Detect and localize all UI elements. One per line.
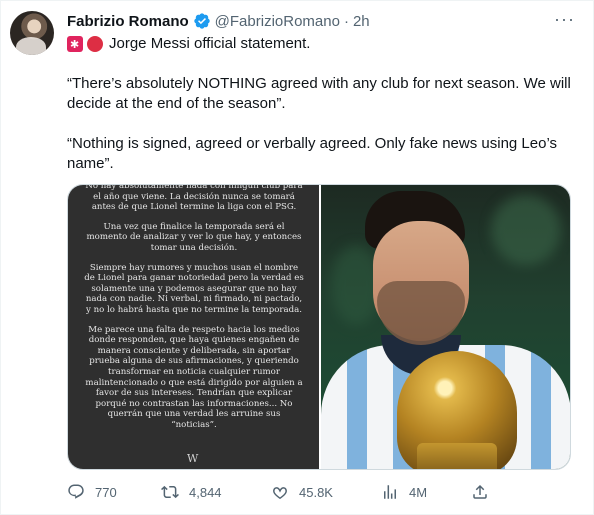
- reply-icon: [68, 484, 84, 499]
- view-count: 4M: [409, 484, 428, 500]
- like-count: 45.8K: [299, 484, 333, 500]
- signature-mark: W: [187, 452, 199, 465]
- retweet-button[interactable]: 4,844: [161, 483, 222, 501]
- tweet-actions: 770 4,844 45.8K 4M: [67, 483, 497, 503]
- messi-trophy-photo[interactable]: [321, 185, 570, 469]
- tweet-quote-1: “There’s absolutely NOTHING agreed with …: [67, 75, 571, 112]
- tweet-line-1: Jorge Messi official statement.: [109, 35, 311, 52]
- reply-button[interactable]: 770: [67, 483, 117, 501]
- share-button[interactable]: [471, 483, 489, 501]
- avatar[interactable]: [10, 11, 54, 55]
- statement-paragraph-4: Me parece una falta de respeto hacia los…: [85, 324, 303, 430]
- share-icon: [473, 484, 487, 499]
- statement-paragraph-2: Una vez que finalice la temporada será e…: [86, 221, 302, 253]
- retweet-icon: [161, 485, 179, 499]
- retweet-count: 4,844: [189, 484, 222, 500]
- trophy-base: [417, 443, 497, 469]
- statement-image[interactable]: No hay absolutamente nada con ningún clu…: [68, 185, 319, 469]
- tweet-text: Jorge Messi official statement. “There’s…: [67, 34, 577, 174]
- views-icon: [384, 485, 396, 499]
- verified-badge-icon: [193, 12, 211, 30]
- like-button[interactable]: 45.8K: [271, 483, 333, 501]
- statement-text: No hay absolutamente nada con ningún clu…: [84, 185, 304, 439]
- tweet-quote-2: “Nothing is signed, agreed or verbally a…: [67, 135, 558, 172]
- separator-dot: ·: [343, 12, 349, 30]
- timestamp[interactable]: 2h: [353, 13, 370, 30]
- more-icon[interactable]: ···: [554, 9, 575, 30]
- author-name[interactable]: Fabrizio Romano: [67, 13, 189, 30]
- tweet-media[interactable]: No hay absolutamente nada con ningún clu…: [67, 184, 571, 470]
- views-button[interactable]: 4M: [381, 483, 427, 501]
- tweet-header: Fabrizio Romano @FabrizioRomano · 2h: [67, 11, 370, 31]
- red-circle-emoji-icon: [87, 36, 103, 52]
- background-blur: [491, 195, 561, 265]
- reply-count: 770: [95, 484, 117, 500]
- author-handle[interactable]: @FabrizioRomano: [215, 13, 340, 30]
- statement-paragraph-1: No hay absolutamente nada con ningún clu…: [85, 185, 303, 213]
- tweet[interactable]: Fabrizio Romano @FabrizioRomano · 2h ···…: [0, 0, 594, 515]
- heart-icon: [273, 487, 287, 500]
- siren-emoji-icon: [67, 35, 83, 55]
- statement-paragraph-3: Siempre hay rumores y muchos usan el nom…: [84, 262, 304, 315]
